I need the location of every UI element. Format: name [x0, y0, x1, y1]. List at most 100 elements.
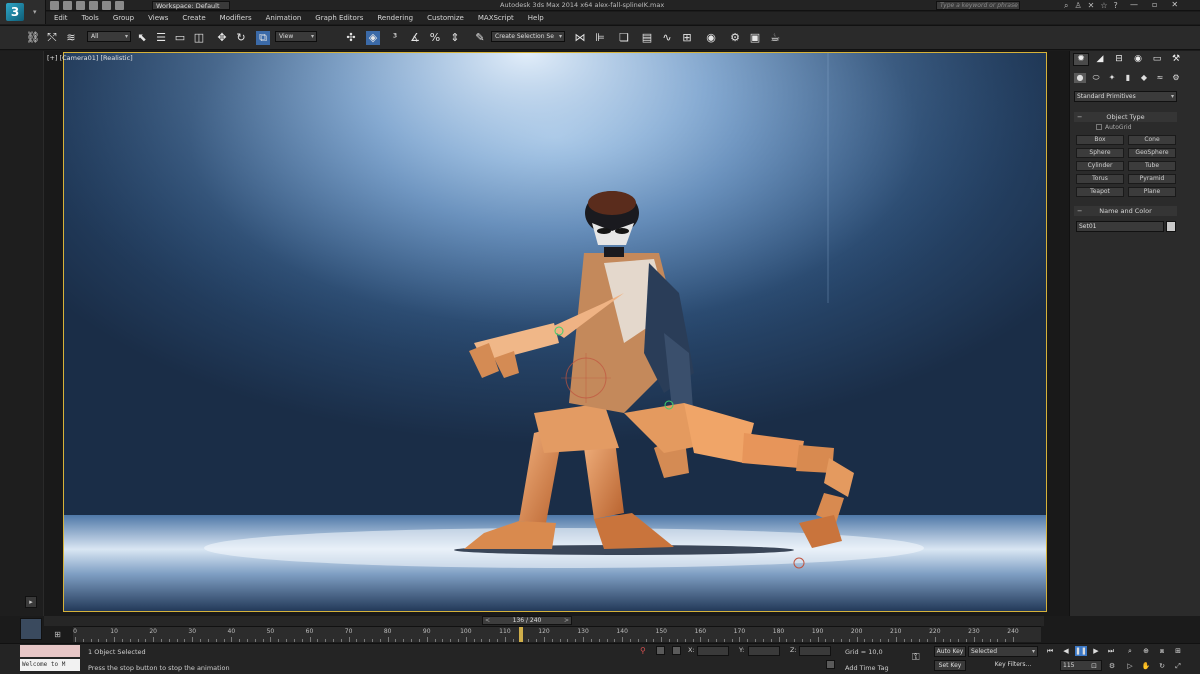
menu-edit[interactable]: Edit — [46, 12, 75, 24]
box-button[interactable]: Box — [1076, 135, 1124, 145]
time-slider-thumb[interactable]: < 136 / 240 > — [482, 616, 572, 625]
geometry-icon[interactable]: ● — [1074, 73, 1086, 83]
viewport-label-menu[interactable]: [+] [Camera01] [Realistic] — [47, 54, 133, 62]
window-crossing-icon[interactable]: ◫ — [192, 31, 206, 45]
camera-viewport[interactable] — [63, 52, 1047, 612]
go-to-end-icon[interactable]: ⏭ — [1105, 646, 1117, 656]
sign-in-icon[interactable]: ♙ — [1074, 1, 1081, 10]
time-configuration-icon[interactable]: ⚙ — [1106, 661, 1118, 671]
space-warps-icon[interactable]: ≈ — [1154, 73, 1166, 83]
set-key-button[interactable]: Set Key — [934, 660, 966, 671]
create-tab-icon[interactable]: ✹ — [1073, 53, 1089, 66]
material-editor-icon[interactable]: ◉ — [704, 31, 718, 45]
previous-key-icon[interactable]: ◀ — [1060, 646, 1072, 656]
menu-maxscript[interactable]: MAXScript — [471, 12, 521, 24]
menu-help[interactable]: Help — [521, 12, 551, 24]
primitive-category-dropdown[interactable]: Standard Primitives — [1074, 91, 1177, 102]
zoom-extents-icon[interactable]: ⧈ — [1156, 646, 1168, 656]
key-mode-toggle-icon[interactable]: ⊡ — [1088, 661, 1100, 671]
minimize-icon[interactable]: — — [1130, 0, 1138, 10]
maxscript-mini-listener[interactable]: Welcome to M — [20, 659, 80, 671]
schematic-view-icon[interactable]: ⊞ — [680, 31, 694, 45]
workspace-dropdown[interactable]: Workspace: Default — [152, 1, 230, 10]
object-color-swatch[interactable] — [1166, 221, 1176, 232]
tube-button[interactable]: Tube — [1128, 161, 1176, 171]
application-menu-button[interactable]: 3 ▾ — [0, 0, 46, 24]
helpers-icon[interactable]: ◆ — [1138, 73, 1150, 83]
angle-snap-icon[interactable]: ∡ — [408, 31, 422, 45]
y-coordinate-field[interactable] — [748, 646, 780, 656]
exchange-icon[interactable]: ✕ — [1088, 1, 1095, 10]
open-mini-curve-icon[interactable]: ⊞ — [52, 629, 63, 640]
select-object-icon[interactable]: ⬉ — [135, 31, 149, 45]
select-by-name-icon[interactable]: ☰ — [154, 31, 168, 45]
use-pivot-center-icon[interactable]: ✣ — [344, 31, 358, 45]
selection-lock-icon[interactable]: ⚲ — [640, 646, 646, 655]
absolute-mode-icon[interactable] — [672, 646, 681, 655]
set-key-icon[interactable]: ⚿ — [912, 652, 920, 663]
cylinder-button[interactable]: Cylinder — [1076, 161, 1124, 171]
menu-modifiers[interactable]: Modifiers — [213, 12, 259, 24]
zoom-all-icon[interactable]: ⊕ — [1140, 646, 1152, 656]
key-filters-button[interactable]: Key Filters... — [988, 660, 1038, 671]
next-key-icon[interactable]: ▶ — [1090, 646, 1102, 656]
name-and-color-rollout[interactable]: − Name and Color — [1074, 206, 1177, 216]
sphere-button[interactable]: Sphere — [1076, 148, 1124, 158]
percent-snap-icon[interactable]: % — [428, 31, 442, 45]
named-selection-dropdown[interactable]: Create Selection Se — [491, 31, 565, 42]
align-icon[interactable]: ⊫ — [593, 31, 607, 45]
mirror-icon[interactable]: ⋈ — [573, 31, 587, 45]
go-to-start-icon[interactable]: ⏮ — [1044, 646, 1056, 656]
render-setup-icon[interactable]: ⚙ — [728, 31, 742, 45]
pause-icon[interactable]: ❚❚ — [1075, 646, 1087, 656]
new-file-icon[interactable] — [50, 1, 59, 10]
search-icon[interactable]: ⌕ — [1064, 1, 1068, 10]
snaps-toggle-icon[interactable]: ³ — [388, 31, 402, 45]
lights-icon[interactable]: ✦ — [1106, 73, 1118, 83]
geosphere-button[interactable]: GeoSphere — [1128, 148, 1176, 158]
save-file-icon[interactable] — [76, 1, 85, 10]
menu-animation[interactable]: Animation — [259, 12, 309, 24]
shapes-icon[interactable]: ⬭ — [1090, 73, 1102, 83]
teapot-button[interactable]: Teapot — [1076, 187, 1124, 197]
maxscript-listener-field[interactable] — [20, 645, 80, 657]
select-and-rotate-icon[interactable]: ↻ — [234, 31, 248, 45]
cameras-icon[interactable]: ▮ — [1122, 73, 1134, 83]
maximize-icon[interactable]: ▫ — [1152, 0, 1157, 10]
x-coordinate-field[interactable] — [697, 646, 729, 656]
mini-curve-editor-icon[interactable] — [20, 618, 42, 640]
select-and-scale-icon[interactable]: ⧉ — [256, 31, 270, 45]
star-icon[interactable]: ☆ — [1100, 1, 1107, 10]
edit-named-selection-icon[interactable]: ✎ — [473, 31, 487, 45]
open-file-icon[interactable] — [63, 1, 72, 10]
object-type-rollout[interactable]: − Object Type — [1074, 112, 1177, 122]
bind-space-warp-icon[interactable]: ≋ — [64, 31, 78, 45]
systems-icon[interactable]: ⚙ — [1170, 73, 1182, 83]
object-name-field[interactable]: Set01 — [1076, 221, 1164, 232]
menu-graph-editors[interactable]: Graph Editors — [308, 12, 370, 24]
help-search-input[interactable]: Type a keyword or phrase — [936, 1, 1020, 10]
z-coordinate-field[interactable] — [799, 646, 831, 656]
undo-icon[interactable] — [89, 1, 98, 10]
plane-button[interactable]: Plane — [1128, 187, 1176, 197]
curve-editor-icon[interactable]: ∿ — [660, 31, 674, 45]
redo-icon[interactable] — [102, 1, 111, 10]
key-mode-dropdown[interactable]: Selected — [968, 646, 1038, 657]
adaptive-degradation-icon[interactable] — [826, 660, 835, 669]
cone-button[interactable]: Cone — [1128, 135, 1176, 145]
next-frame-arrow[interactable]: > — [564, 617, 569, 625]
unlink-icon[interactable]: ⤲ — [45, 31, 59, 45]
layer-manager-icon[interactable]: ❏ — [617, 31, 631, 45]
menu-create[interactable]: Create — [175, 12, 212, 24]
auto-key-button[interactable]: Auto Key — [934, 646, 966, 657]
zoom-icon[interactable]: ⌕ — [1124, 646, 1136, 656]
zoom-extents-all-icon[interactable]: ⊞ — [1172, 646, 1184, 656]
utilities-tab-icon[interactable]: ⚒ — [1169, 54, 1183, 65]
previous-frame-arrow[interactable]: < — [485, 617, 490, 625]
track-bar[interactable]: 0 10 20 30 40 50 60 70 80 90 100 110 120 130 140 150 160… — [73, 626, 1041, 642]
pan-view-icon[interactable]: ✋ — [1140, 661, 1152, 671]
viewport-layout-icon[interactable]: ▸ — [25, 596, 37, 608]
motion-tab-icon[interactable]: ◉ — [1131, 54, 1145, 65]
menu-group[interactable]: Group — [106, 12, 141, 24]
close-icon[interactable]: ✕ — [1171, 0, 1178, 10]
